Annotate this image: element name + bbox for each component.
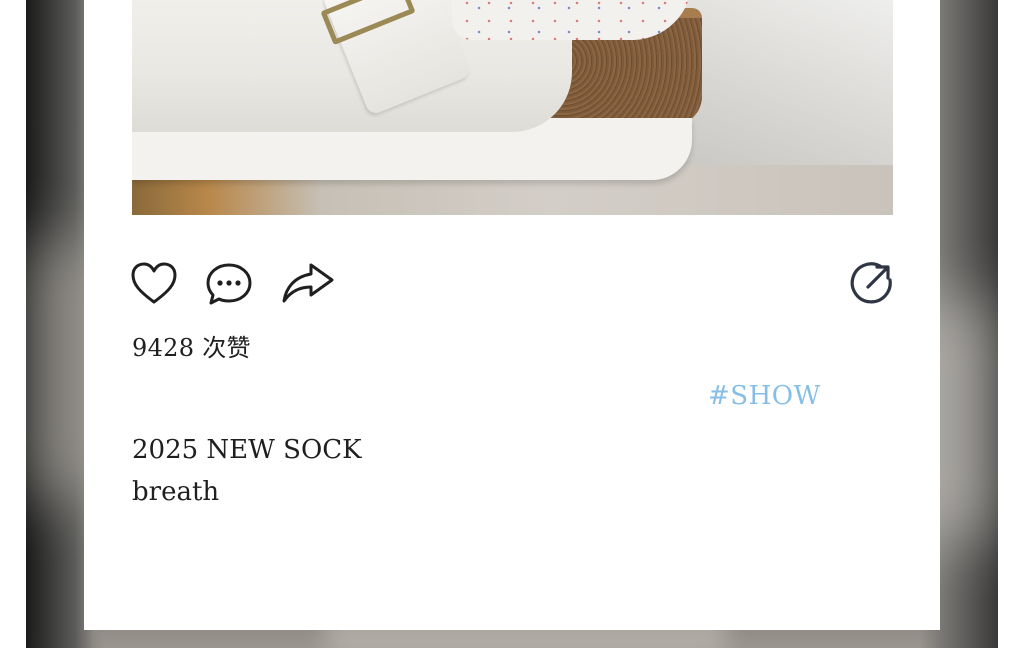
likes-count: 9428 次赞 (132, 328, 251, 363)
post-card: 9428 次赞 #SHOW 2025 NEW SOCK breath (84, 0, 940, 630)
heart-icon[interactable] (131, 262, 177, 306)
hashtag-link[interactable]: #SHOW (708, 381, 821, 411)
likes-number: 9428 (132, 334, 195, 362)
repost-circle-arrow-icon[interactable] (850, 261, 894, 305)
caption-line-1: 2025 NEW SOCK (132, 435, 362, 465)
post-photo[interactable] (132, 0, 893, 215)
likes-suffix: 次赞 (202, 334, 251, 362)
comment-bubble-icon[interactable] (205, 262, 253, 306)
caption-line-2: breath (132, 477, 220, 507)
post-caption: 2025 NEW SOCK breath (132, 429, 362, 513)
share-arrow-icon[interactable] (280, 261, 336, 305)
